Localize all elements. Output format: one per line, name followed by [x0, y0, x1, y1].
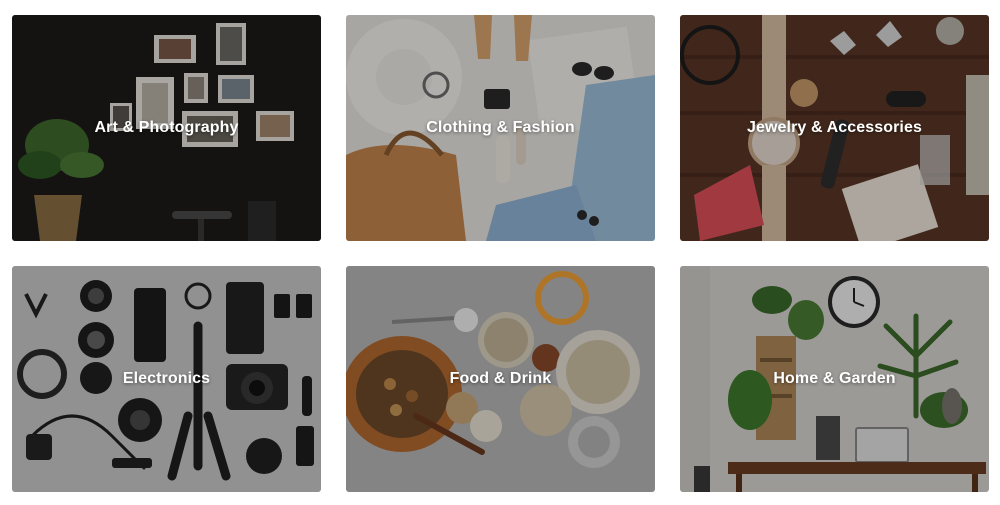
category-tile-art-photography[interactable]: Art & Photography [12, 15, 321, 241]
category-label: Clothing & Fashion [426, 119, 575, 136]
category-tile-clothing-fashion[interactable]: Clothing & Fashion [346, 15, 655, 241]
category-label: Jewelry & Accessories [747, 119, 922, 136]
category-label: Home & Garden [773, 370, 896, 387]
category-label: Electronics [122, 370, 211, 387]
category-tile-electronics[interactable]: Electronics [12, 266, 321, 492]
category-tile-jewelry-accessories[interactable]: Jewelry & Accessories [680, 15, 989, 241]
category-label: Food & Drink [449, 370, 552, 387]
category-grid: Art & Photography Clothing & Fashion Jew… [0, 0, 1000, 505]
category-label: Art & Photography [94, 119, 239, 136]
category-tile-food-drink[interactable]: Food & Drink [346, 266, 655, 492]
category-tile-home-garden[interactable]: Home & Garden [680, 266, 989, 492]
